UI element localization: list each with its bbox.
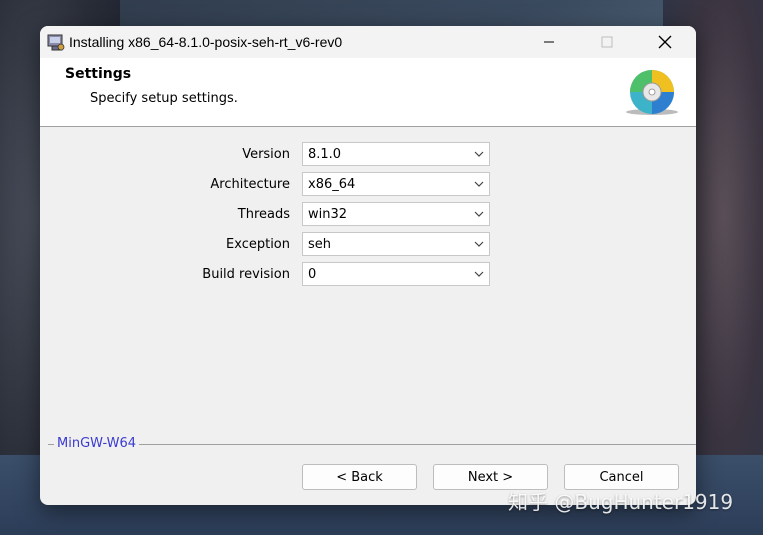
window-title: Installing x86_64-8.1.0-posix-seh-rt_v6-… bbox=[69, 34, 343, 50]
build-revision-value: 0 bbox=[308, 267, 317, 282]
version-select[interactable]: 8.1.0 bbox=[302, 142, 490, 166]
settings-header: Settings Specify setup settings. bbox=[40, 58, 696, 126]
architecture-select[interactable]: x86_64 bbox=[302, 172, 490, 196]
version-value: 8.1.0 bbox=[308, 147, 342, 162]
close-button[interactable] bbox=[642, 26, 688, 58]
exception-label: Exception bbox=[226, 237, 290, 252]
title-bar[interactable]: Installing x86_64-8.1.0-posix-seh-rt_v6-… bbox=[40, 26, 696, 58]
threads-value: win32 bbox=[308, 207, 348, 222]
minimize-icon bbox=[544, 41, 554, 43]
chevron-down-icon bbox=[474, 181, 484, 187]
watermark-text: 知乎 @BugHunter1919 bbox=[508, 490, 734, 514]
installer-app-icon bbox=[47, 34, 65, 51]
maximize-icon bbox=[601, 36, 613, 48]
brand-label: MinGW-W64 bbox=[54, 436, 140, 451]
version-label: Version bbox=[242, 147, 290, 162]
page-subtitle: Specify setup settings. bbox=[90, 91, 238, 106]
exception-value: seh bbox=[308, 237, 332, 252]
architecture-label: Architecture bbox=[210, 177, 290, 192]
architecture-value: x86_64 bbox=[308, 177, 356, 192]
chevron-down-icon bbox=[474, 151, 484, 157]
back-button[interactable]: < Back bbox=[302, 464, 417, 490]
build-revision-select[interactable]: 0 bbox=[302, 262, 490, 286]
maximize-button[interactable] bbox=[584, 26, 630, 58]
build-revision-label: Build revision bbox=[202, 267, 290, 282]
header-divider bbox=[40, 126, 696, 127]
close-icon bbox=[658, 35, 672, 49]
cd-disc-icon bbox=[626, 70, 678, 115]
chevron-down-icon bbox=[474, 241, 484, 247]
threads-select[interactable]: win32 bbox=[302, 202, 490, 226]
minimize-button[interactable] bbox=[526, 26, 572, 58]
exception-select[interactable]: seh bbox=[302, 232, 490, 256]
threads-label: Threads bbox=[237, 207, 290, 222]
page-title: Settings bbox=[65, 66, 132, 82]
footer-divider bbox=[48, 444, 696, 445]
chevron-down-icon bbox=[474, 271, 484, 277]
installer-window: Installing x86_64-8.1.0-posix-seh-rt_v6-… bbox=[40, 26, 696, 505]
chevron-down-icon bbox=[474, 211, 484, 217]
